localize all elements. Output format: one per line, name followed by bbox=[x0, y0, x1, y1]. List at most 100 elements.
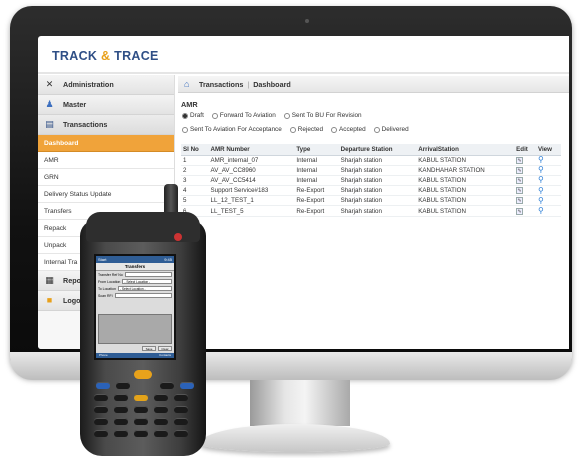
view-icon[interactable]: ⚲ bbox=[538, 165, 544, 174]
radio-rejected[interactable]: Rejected bbox=[289, 126, 323, 133]
scan-rfid-input[interactable] bbox=[114, 293, 172, 298]
scanner-buttons: Save Clear bbox=[142, 346, 172, 351]
edit-icon[interactable]: ✎ bbox=[516, 207, 524, 215]
radio-draft[interactable]: Draft bbox=[182, 112, 204, 119]
sidebar-item-dashboard[interactable]: Dashboard bbox=[38, 135, 174, 152]
sidebar-item-amr[interactable]: AMR bbox=[38, 152, 174, 169]
view-cell: ⚲ bbox=[535, 155, 561, 166]
radio-button[interactable] bbox=[289, 126, 296, 133]
keypad-key[interactable] bbox=[114, 430, 128, 437]
scanner-field-ref: Transfer Ref No bbox=[96, 271, 174, 278]
cell-arrival: KABUL STATION bbox=[416, 185, 515, 197]
monitor-stand-neck bbox=[250, 380, 350, 426]
keypad-key[interactable] bbox=[94, 418, 108, 425]
scanner-softkeys: Phone Contacts bbox=[96, 353, 174, 358]
radio-sent-to-aviation-for-acceptance[interactable]: Sent To Aviation For Acceptance bbox=[182, 126, 282, 133]
handheld-scanner: Start 9:45 Transfers Transfer Ref No Fro… bbox=[80, 184, 206, 456]
keypad-key[interactable] bbox=[174, 418, 188, 425]
view-icon[interactable]: ⚲ bbox=[538, 206, 544, 215]
menu-administration[interactable]: ✕ Administration bbox=[38, 75, 174, 95]
keypad-key[interactable] bbox=[154, 394, 168, 401]
scanner-dpad[interactable] bbox=[134, 370, 152, 379]
keypad-key[interactable] bbox=[174, 394, 188, 401]
softkey-right[interactable]: Contacts bbox=[159, 353, 171, 358]
keypad-key[interactable] bbox=[154, 430, 168, 437]
keypad-key[interactable] bbox=[114, 418, 128, 425]
scan-list-area bbox=[98, 314, 172, 344]
keypad-key[interactable] bbox=[96, 382, 110, 389]
product-showcase: Track & Trace ✕ Administration ♟ Master … bbox=[0, 0, 579, 458]
cell-arrival: KABUL STATION bbox=[416, 205, 515, 217]
edit-icon[interactable]: ✎ bbox=[516, 197, 524, 205]
to-location-select[interactable]: - Select Location - bbox=[117, 286, 172, 291]
cell-type: Internal bbox=[294, 165, 339, 176]
keypad-key[interactable] bbox=[160, 382, 174, 389]
status-filter-row-1: Draft Forward To Aviation Sent To BU For… bbox=[182, 112, 362, 119]
scanner-title: Transfers bbox=[96, 263, 174, 271]
cell-type: Re-Export bbox=[294, 185, 339, 197]
keypad-key[interactable] bbox=[154, 418, 168, 425]
cell-amr-number: AV_AV_CC8960 bbox=[208, 165, 295, 176]
radio-forward-to-aviation[interactable]: Forward To Aviation bbox=[211, 112, 276, 119]
keypad-key[interactable] bbox=[114, 394, 128, 401]
view-icon[interactable]: ⚲ bbox=[538, 175, 544, 184]
view-icon[interactable]: ⚲ bbox=[538, 155, 544, 164]
keypad-key[interactable] bbox=[134, 418, 148, 425]
softkey-left[interactable]: Phone bbox=[99, 353, 108, 358]
keypad-key[interactable] bbox=[116, 382, 130, 389]
radio-delivered[interactable]: Delivered bbox=[373, 126, 409, 133]
radio-button[interactable] bbox=[373, 126, 380, 133]
menu-transactions[interactable]: ▤ Transactions bbox=[38, 115, 174, 135]
radio-sent-to-bu-for-revision[interactable]: Sent To BU For Revision bbox=[283, 112, 362, 119]
edit-cell: ✎ bbox=[514, 185, 536, 197]
transfer-ref-input[interactable] bbox=[124, 272, 172, 277]
radio-button[interactable] bbox=[182, 126, 188, 133]
edit-icon[interactable]: ✎ bbox=[516, 166, 524, 174]
cell-amr-number: AV_AV_CC5414 bbox=[208, 175, 295, 187]
edit-cell: ✎ bbox=[514, 195, 536, 207]
cell-amr-number: LL_12_TEST_1 bbox=[208, 195, 295, 207]
save-button[interactable]: Save bbox=[142, 346, 156, 351]
view-icon[interactable]: ⚲ bbox=[538, 186, 544, 195]
keypad-key[interactable] bbox=[174, 430, 188, 437]
scanner-field-scan: Scan RFI bbox=[96, 292, 174, 299]
home-icon[interactable]: ⌂ bbox=[184, 79, 194, 89]
keypad-key[interactable] bbox=[114, 406, 128, 413]
keypad-key[interactable] bbox=[134, 406, 148, 413]
keypad-key[interactable] bbox=[134, 394, 148, 401]
scanner-head bbox=[86, 212, 200, 242]
edit-icon[interactable]: ✎ bbox=[516, 187, 524, 195]
radio-button[interactable] bbox=[211, 112, 218, 119]
clear-button[interactable]: Clear bbox=[158, 346, 172, 351]
scanner-field-from: From Location - Select Location - bbox=[96, 278, 174, 285]
webcam-dot bbox=[305, 19, 309, 23]
col-departure-station: Departure Station bbox=[338, 144, 417, 156]
breadcrumb-section[interactable]: Transactions bbox=[199, 80, 243, 89]
view-icon[interactable]: ⚲ bbox=[538, 196, 544, 205]
menu-master[interactable]: ♟ Master bbox=[38, 95, 174, 115]
keypad-key[interactable] bbox=[134, 430, 148, 437]
radio-button[interactable] bbox=[331, 126, 338, 133]
cell-amr-number: AMR_internal_07 bbox=[208, 155, 295, 166]
col-sl-no: Sl No bbox=[181, 144, 209, 156]
keypad-key[interactable] bbox=[154, 406, 168, 413]
cell-departure: Sharjah station bbox=[338, 185, 417, 197]
cell-type: Re-Export bbox=[294, 195, 339, 207]
menu-label: Transactions bbox=[63, 120, 108, 129]
edit-icon[interactable]: ✎ bbox=[516, 156, 524, 164]
keypad-key[interactable] bbox=[94, 406, 108, 413]
table-row: 5 LL_12_TEST_1 Re-Export Sharjah station KAB… bbox=[181, 195, 561, 207]
app-logo: Track & Trace bbox=[52, 49, 159, 63]
keypad-key[interactable] bbox=[180, 382, 194, 389]
radio-button-selected[interactable] bbox=[182, 112, 188, 119]
radio-button[interactable] bbox=[283, 112, 290, 119]
keypad-key[interactable] bbox=[94, 394, 108, 401]
keypad-key[interactable] bbox=[174, 406, 188, 413]
from-location-select[interactable]: - Select Location - bbox=[122, 279, 172, 284]
edit-icon[interactable]: ✎ bbox=[516, 176, 524, 184]
keypad-key[interactable] bbox=[94, 430, 108, 437]
col-view: View bbox=[535, 144, 561, 156]
radio-accepted[interactable]: Accepted bbox=[331, 126, 366, 133]
cell-departure: Sharjah station bbox=[338, 195, 417, 207]
col-amr-number: AMR Number bbox=[208, 144, 295, 156]
